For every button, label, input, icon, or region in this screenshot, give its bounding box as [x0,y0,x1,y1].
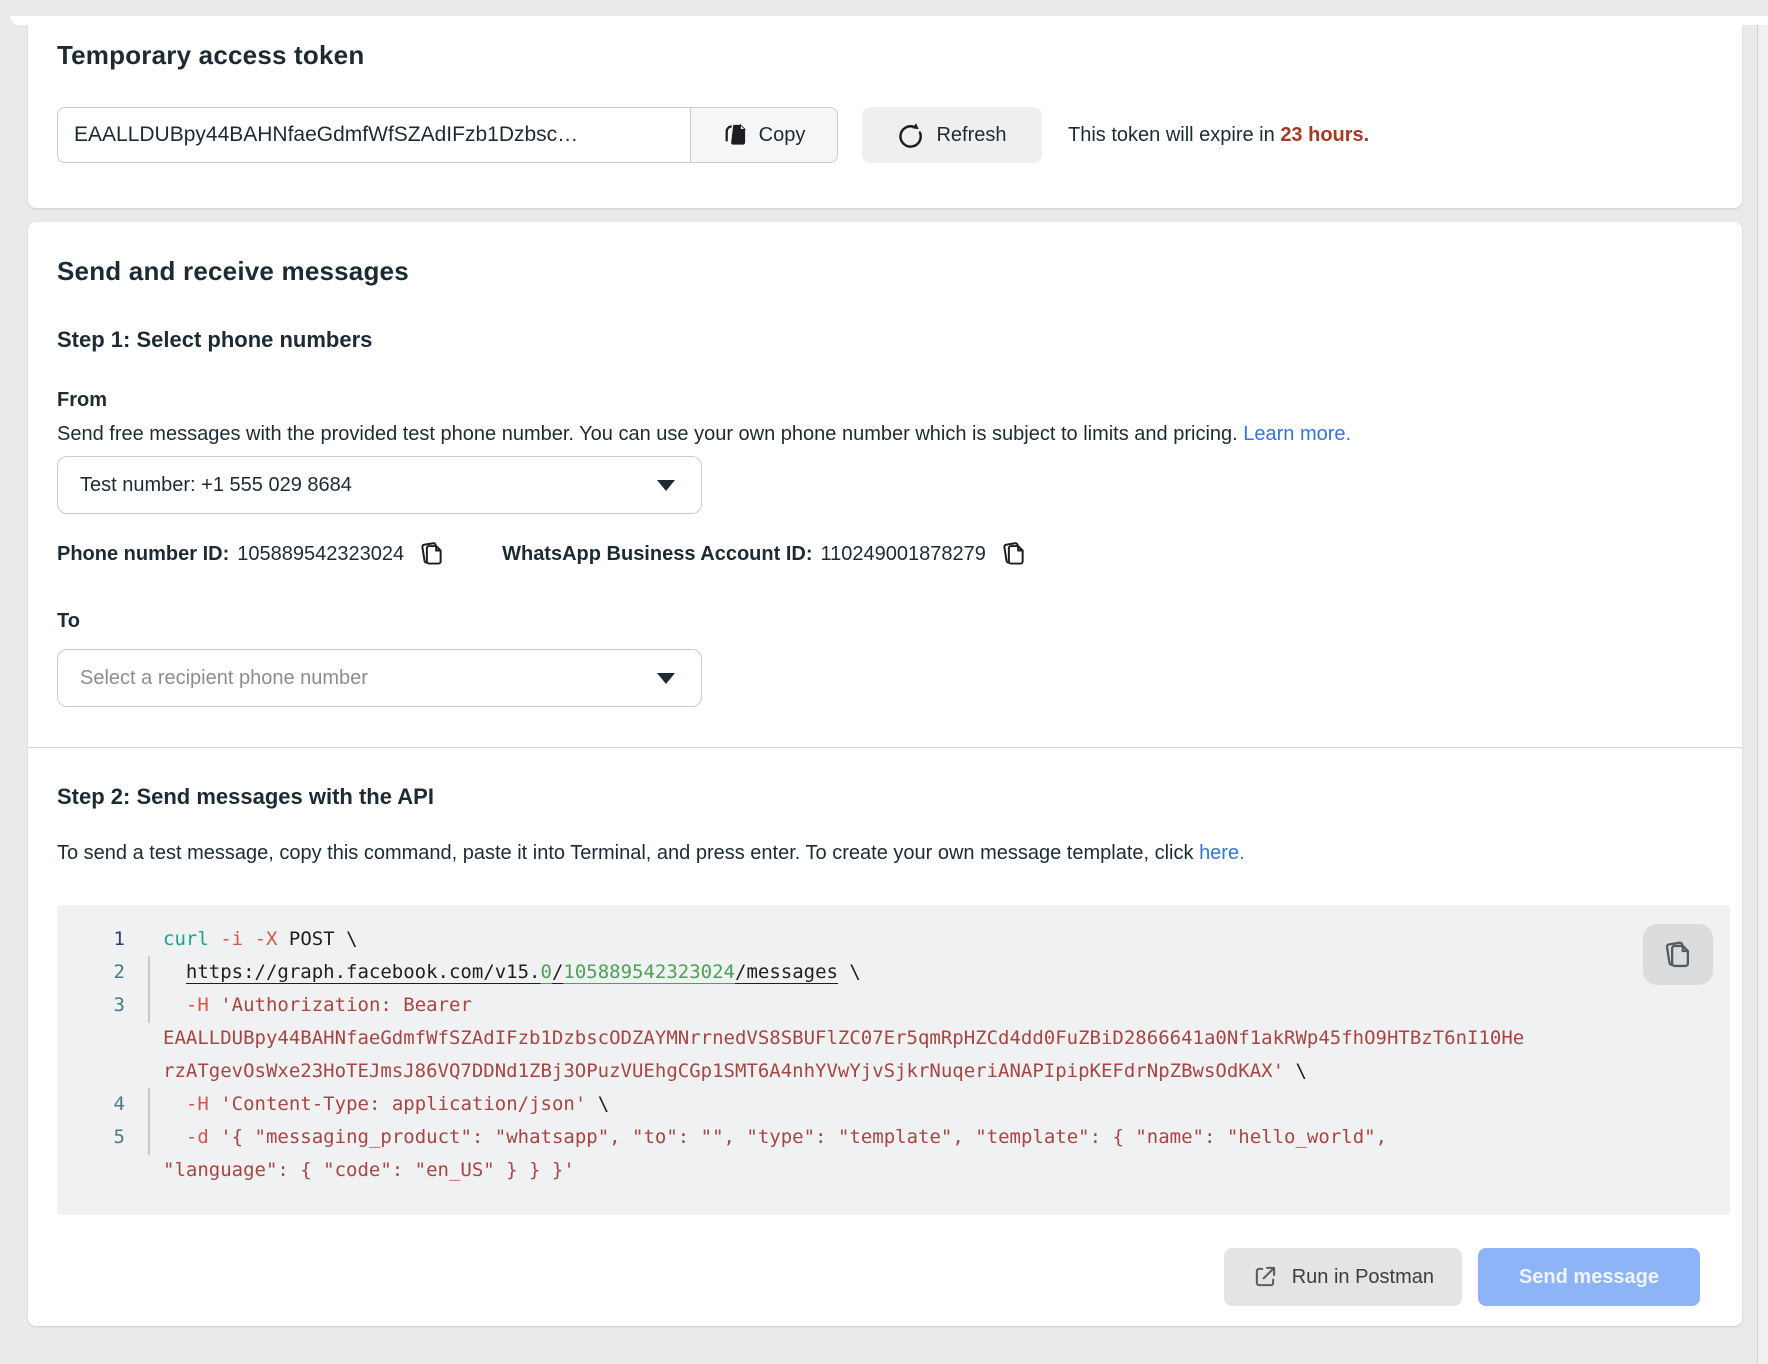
chevron-down-icon [657,480,675,491]
line-number: 5 [57,1121,125,1154]
copy-icon [1662,939,1694,971]
wrap-indicator [125,1055,150,1088]
phone-number-id-label: Phone number ID: [57,543,229,566]
token-card-title: Temporary access token [57,40,1713,71]
copy-waba-id-button[interactable] [1000,540,1028,568]
token-expiry-hours: 23 hours. [1280,124,1369,146]
code-text: https://graph.facebook.com/v15.0/1058895… [150,956,861,989]
step2-heading: Step 2: Send messages with the API [57,784,1713,810]
wrap-indicator [125,1088,150,1121]
code-line-4: EAALLDUBpy44BAHNfaeGdmfWfSZAdIFzb1DzbscO… [57,1022,1730,1055]
to-number-placeholder: Select a recipient phone number [80,667,368,690]
copy-icon [723,122,749,148]
messages-card-title: Send and receive messages [57,256,1713,287]
wrap-indicator [125,1121,150,1154]
learn-more-link[interactable]: Learn more. [1243,423,1351,445]
from-number-select[interactable]: Test number: +1 555 029 8684 [57,456,702,514]
chevron-down-icon [657,673,675,684]
code-text: "language": { "code": "en_US" } } }' [150,1154,575,1187]
step1-heading: Step 1: Select phone numbers [57,327,1713,353]
code-text: -H 'Authorization: Bearer [150,989,472,1022]
external-link-icon [1252,1264,1278,1290]
line-number: 3 [57,989,125,1022]
wrap-indicator [125,923,150,956]
copy-token-button[interactable]: Copy [690,107,838,163]
code-text: rzATgevOsWxe23HoTEJmsJ86VQ7DDNd1ZBj3OPuz… [150,1055,1307,1088]
curl-code-block: 1curl -i -X POST \2 https://graph.facebo… [57,905,1730,1215]
token-input-group: Copy [57,107,838,163]
waba-id-value: 110249001878279 [820,543,985,566]
wrap-indicator [125,956,150,989]
previous-card-bottom-edge [10,16,1768,25]
refresh-label: Refresh [936,124,1006,147]
to-label: To [57,610,1713,633]
line-number [57,1055,125,1088]
send-message-button[interactable]: Send message [1478,1248,1700,1306]
footer-actions: Run in Postman Send message [28,1248,1700,1306]
phone-number-id-group: Phone number ID: 105889542323024 [57,540,446,568]
to-number-select[interactable]: Select a recipient phone number [57,649,702,707]
waba-id-label: WhatsApp Business Account ID: [502,543,812,566]
line-number [57,1022,125,1055]
step2-help-text: To send a test message, copy this comman… [57,842,1713,865]
waba-id-group: WhatsApp Business Account ID: 1102490018… [502,540,1028,568]
temporary-access-token-card: Temporary access token Copy [28,16,1742,208]
run-in-postman-label: Run in Postman [1292,1266,1434,1289]
code-line-1: 1 curl -i -X POST \ [57,923,1730,956]
refresh-token-button[interactable]: Refresh [862,107,1042,163]
line-number: 1 [57,923,125,956]
from-help-text: Send free messages with the provided tes… [57,420,1713,448]
scrollbar-track[interactable] [1757,25,1768,1364]
phone-id-row: Phone number ID: 105889542323024 WhatsAp… [57,540,1713,568]
token-row: Copy Refresh This token will expire in 2… [57,107,1713,163]
wrap-indicator [125,1022,150,1055]
refresh-icon [897,122,924,149]
code-line-5: rzATgevOsWxe23HoTEJmsJ86VQ7DDNd1ZBj3OPuz… [57,1055,1730,1088]
copy-code-button[interactable] [1643,924,1713,985]
copy-icon [418,540,446,568]
code-line-8: "language": { "code": "en_US" } } }' [57,1154,1730,1187]
code-line-7: 5 -d '{ "messaging_product": "whatsapp",… [57,1121,1730,1154]
token-expiry-text: This token will expire in 23 hours. [1068,124,1369,147]
section-divider [28,747,1742,748]
access-token-input[interactable] [57,107,690,163]
from-number-selected-value: Test number: +1 555 029 8684 [80,474,352,497]
wrap-indicator [125,989,150,1022]
here-link[interactable]: here. [1199,842,1245,864]
from-label: From [57,389,1713,412]
line-number: 4 [57,1088,125,1121]
code-text: -d '{ "messaging_product": "whatsapp", "… [150,1121,1387,1154]
code-text: EAALLDUBpy44BAHNfaeGdmfWfSZAdIFzb1DzbscO… [150,1022,1524,1055]
copy-icon [1000,540,1028,568]
copy-phone-id-button[interactable] [418,540,446,568]
line-number [57,1154,125,1187]
wrap-indicator [125,1154,150,1187]
code-line-2: 2 https://graph.facebook.com/v15.0/10588… [57,956,1730,989]
phone-number-id-value: 105889542323024 [237,543,404,566]
run-in-postman-button[interactable]: Run in Postman [1224,1248,1462,1306]
copy-label: Copy [759,124,806,147]
code-line-3: 3 -H 'Authorization: Bearer [57,989,1730,1022]
code-text: curl -i -X POST \ [150,923,358,956]
line-number: 2 [57,956,125,989]
code-text: -H 'Content-Type: application/json' \ [150,1088,609,1121]
send-receive-messages-card: Send and receive messages Step 1: Select… [28,222,1742,1326]
code-rows: 1curl -i -X POST \2 https://graph.facebo… [57,923,1730,1187]
code-line-6: 4 -H 'Content-Type: application/json' \ [57,1088,1730,1121]
